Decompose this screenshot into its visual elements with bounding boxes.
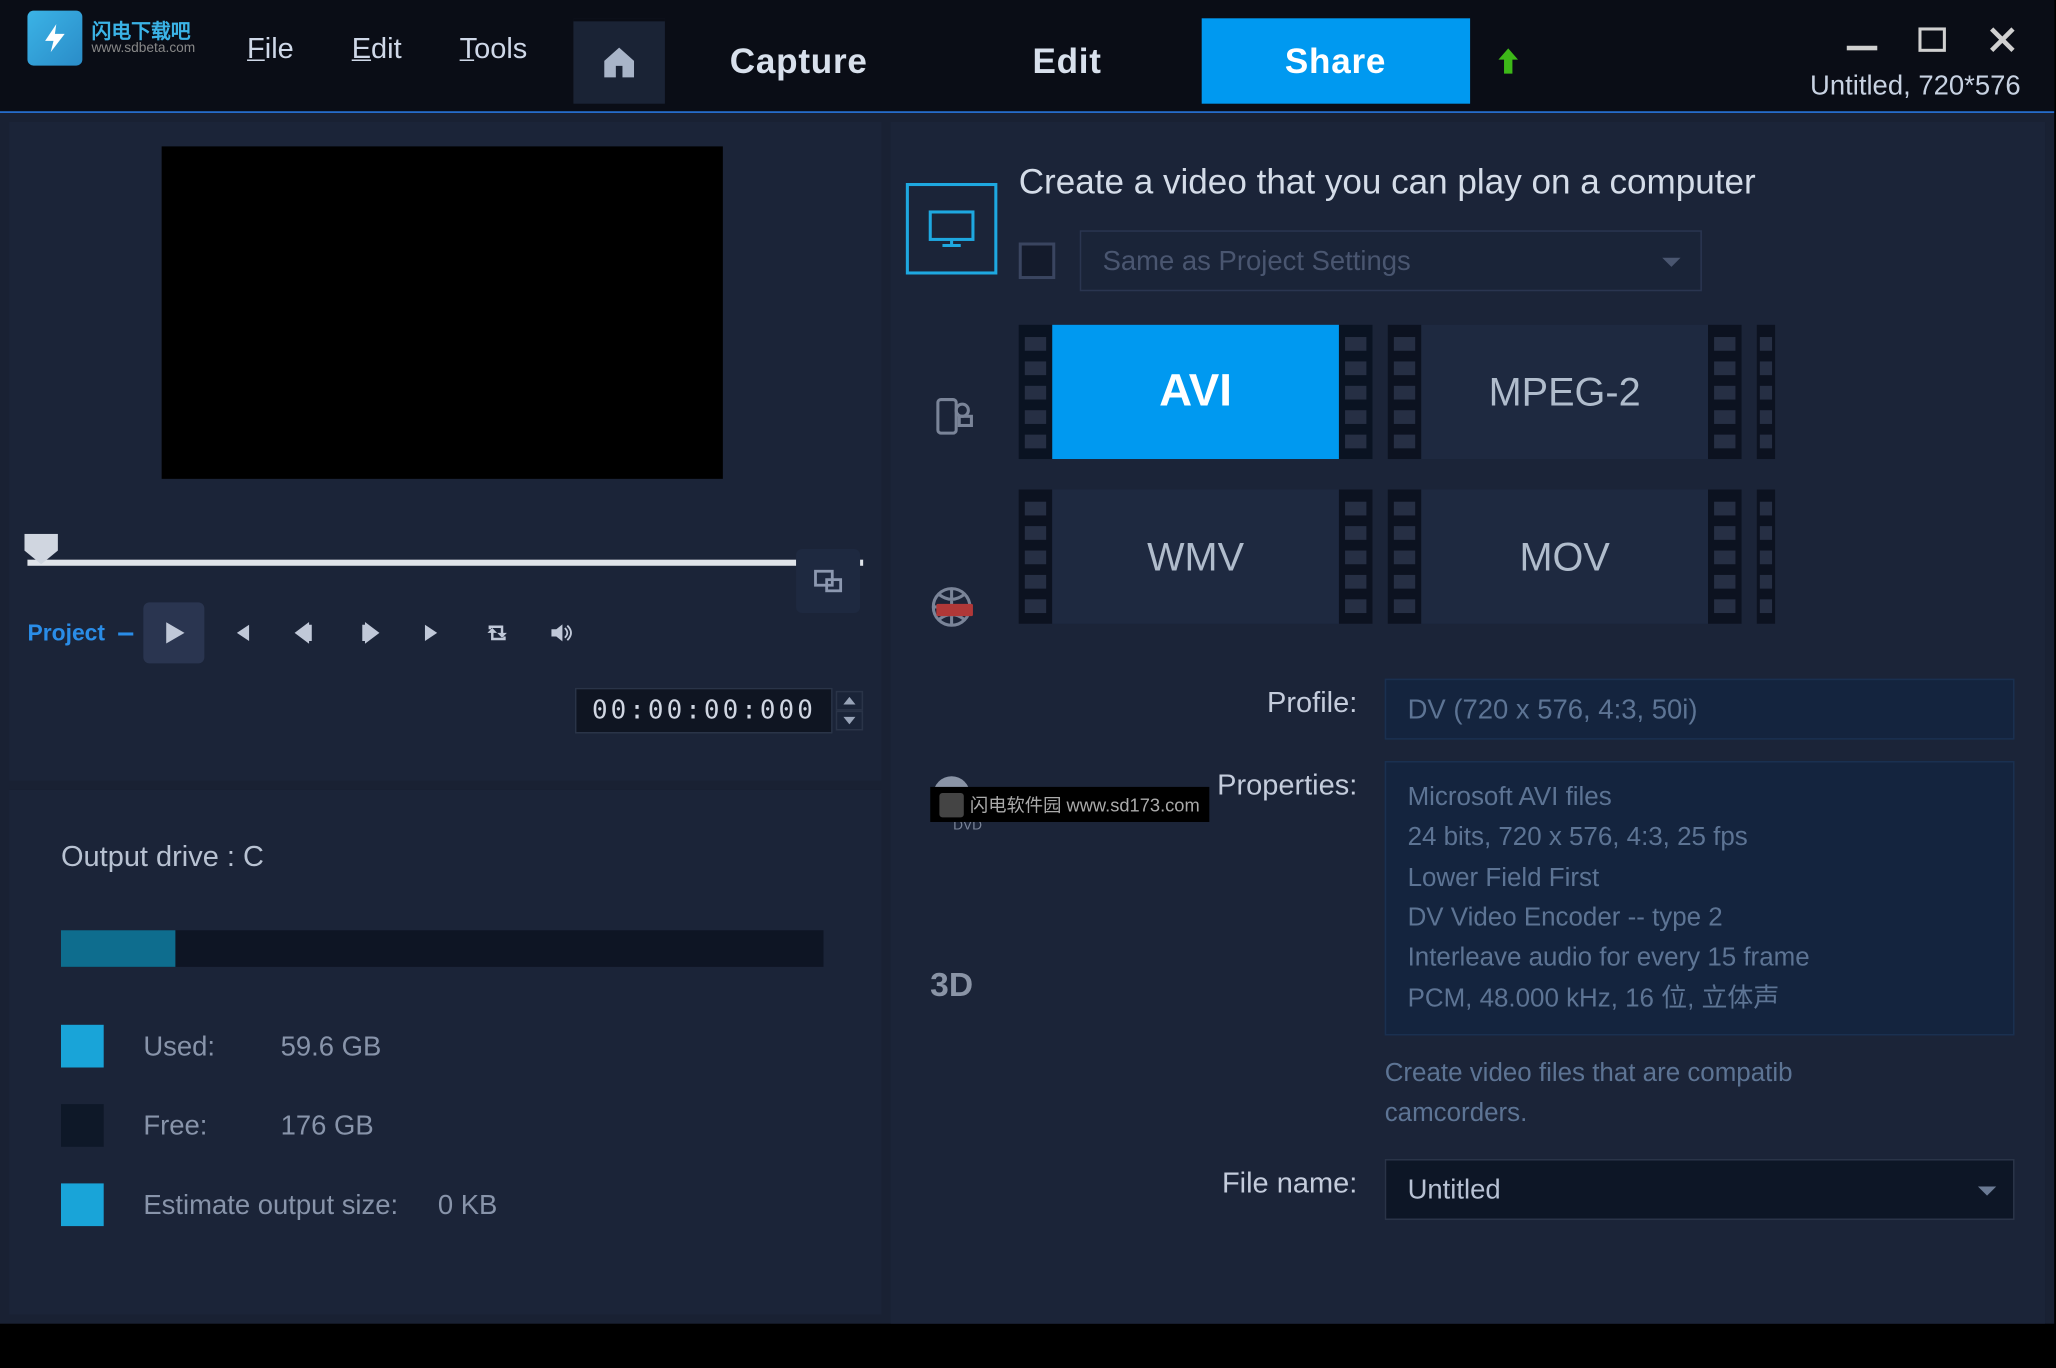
chevron-down-icon[interactable] <box>1976 1174 1997 1206</box>
tab-home[interactable] <box>573 18 665 103</box>
step-forward-button[interactable] <box>342 602 397 663</box>
project-label: Project <box>27 620 105 646</box>
share-target-sidebar: DVD 3D <box>891 122 1013 1324</box>
used-swatch <box>61 1025 104 1068</box>
tab-share[interactable]: Share <box>1201 18 1469 103</box>
format-wmv[interactable]: WMV <box>1019 490 1373 624</box>
share-heading: Create a video that you can play on a co… <box>1019 162 2015 203</box>
profile-combo[interactable]: DV (720 x 576, 4:3, 50i) <box>1385 679 2015 740</box>
project-info: Untitled, 720*576 <box>1810 70 2021 102</box>
minimize-button[interactable] <box>1844 21 1881 58</box>
target-web[interactable] <box>906 561 998 653</box>
watermark: 闪电软件园 www.sd173.com <box>930 787 1209 822</box>
app-logo: 闪电下载吧www.sdbeta.com <box>0 0 247 76</box>
estimate-value: 0 KB <box>438 1189 498 1221</box>
properties-hint: Create video files that are compatib cam… <box>1385 1054 1934 1132</box>
target-computer[interactable] <box>906 183 998 275</box>
target-device[interactable] <box>906 372 998 464</box>
goto-start-button[interactable] <box>213 602 268 663</box>
video-preview <box>162 146 723 478</box>
timecode-down[interactable] <box>836 711 863 731</box>
same-as-project-checkbox[interactable] <box>1019 242 1056 279</box>
target-3d[interactable]: 3D <box>906 939 998 1031</box>
properties-box: Microsoft AVI files24 bits, 720 x 576, 4… <box>1385 761 2015 1036</box>
timecode-display[interactable]: 00:00:00:000 <box>575 688 832 734</box>
format-mov[interactable]: MOV <box>1388 490 1742 624</box>
menu-file[interactable]: File <box>247 34 294 68</box>
project-minus: – <box>117 615 134 650</box>
volume-button[interactable] <box>534 602 589 663</box>
menu-tools[interactable]: Tools <box>460 34 528 68</box>
drive-usage-fill <box>61 930 175 967</box>
free-label: Free: <box>143 1109 241 1141</box>
timecode-up[interactable] <box>836 691 863 711</box>
drive-usage-bar <box>61 930 824 967</box>
format-avi[interactable]: AVI <box>1019 325 1373 459</box>
format-mpeg2[interactable]: MPEG-2 <box>1388 325 1742 459</box>
estimate-swatch <box>61 1183 104 1226</box>
seek-bar[interactable] <box>27 534 863 566</box>
used-value: 59.6 GB <box>281 1030 382 1062</box>
format-grid: AVI MPEG-2 WMV <box>1019 325 2015 624</box>
maximize-button[interactable] <box>1914 21 1951 58</box>
close-button[interactable] <box>1984 21 2021 58</box>
filename-combo[interactable]: Untitled <box>1385 1159 2015 1220</box>
tab-edit[interactable]: Edit <box>933 18 1201 103</box>
goto-end-button[interactable] <box>406 602 461 663</box>
profile-label: Profile: <box>1019 679 1358 740</box>
web-badge <box>936 604 973 616</box>
menu-edit[interactable]: Edit <box>352 34 402 68</box>
tab-upload[interactable] <box>1470 18 1546 103</box>
play-button[interactable] <box>143 602 204 663</box>
free-swatch <box>61 1104 104 1147</box>
estimate-label: Estimate output size: <box>143 1189 398 1221</box>
free-value: 176 GB <box>281 1109 374 1141</box>
repeat-button[interactable] <box>470 602 525 663</box>
enlarge-button[interactable] <box>796 549 860 613</box>
chevron-down-icon <box>1661 245 1682 277</box>
tab-capture[interactable]: Capture <box>665 18 933 103</box>
step-back-button[interactable] <box>278 602 333 663</box>
title-bar: 闪电下载吧www.sdbeta.com File Edit Tools Capt… <box>0 0 2054 113</box>
filename-label: File name: <box>1019 1159 1358 1220</box>
drive-pane: Output drive : C Used: 59.6 GB Free: 176… <box>9 790 881 1315</box>
used-label: Used: <box>143 1030 241 1062</box>
same-as-project-combo: Same as Project Settings <box>1080 230 1702 291</box>
preview-pane: Project – 00:00:00:000 <box>9 122 881 781</box>
output-drive-label: Output drive : C <box>61 842 830 876</box>
